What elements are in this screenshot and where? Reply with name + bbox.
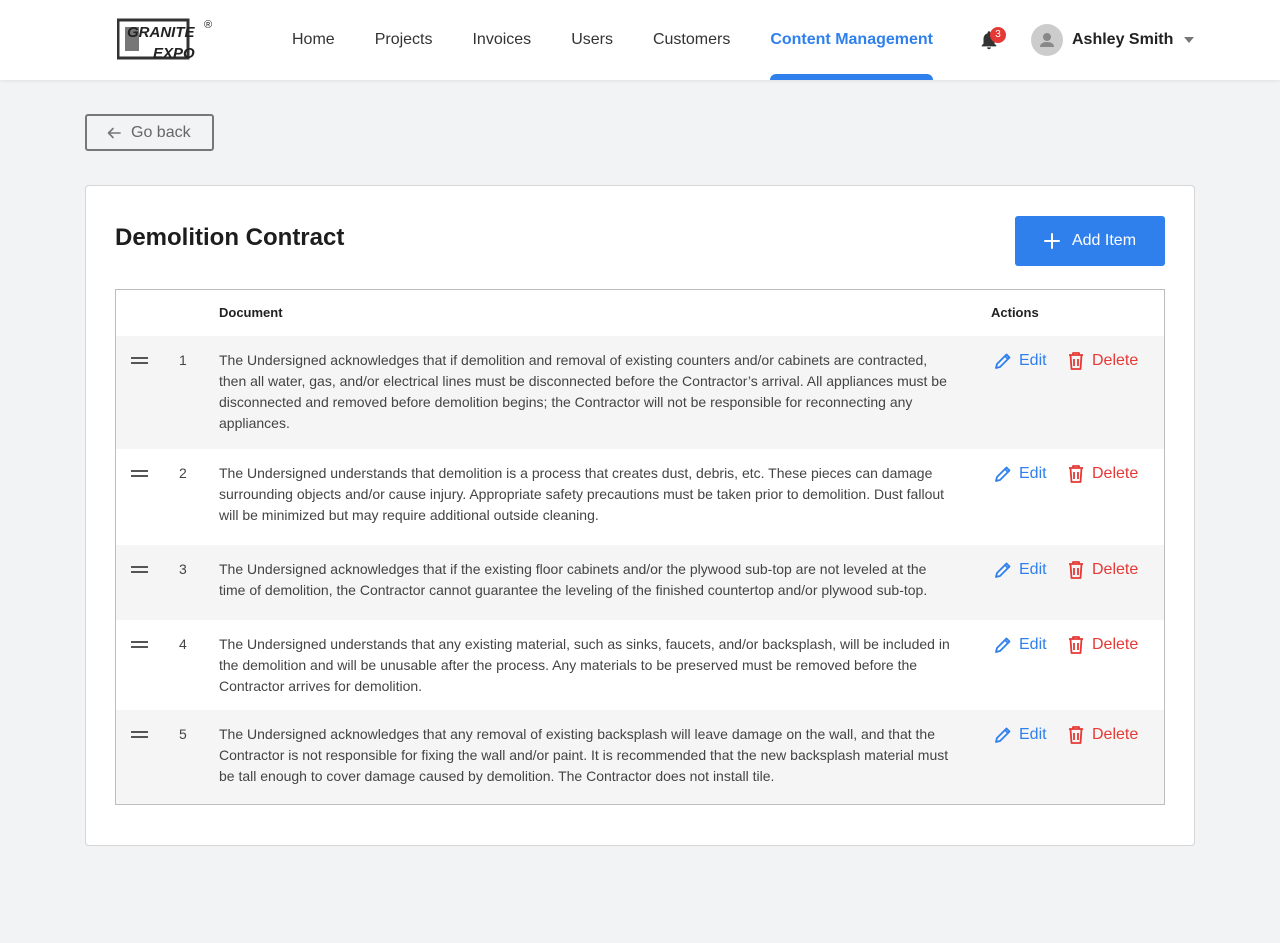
table-row: 4 The Undersigned understands that any e…: [116, 620, 1164, 710]
arrow-left-icon: [107, 127, 121, 138]
column-header-document: Document: [219, 305, 283, 320]
delete-label: Delete: [1092, 726, 1139, 743]
delete-button[interactable]: Delete: [1067, 560, 1138, 580]
pencil-icon: [995, 562, 1011, 578]
top-navbar: GRANITE EXPO ® Home Projects Invoices Us…: [0, 0, 1280, 80]
edit-label: Edit: [1019, 352, 1047, 369]
edit-label: Edit: [1019, 561, 1047, 578]
edit-label: Edit: [1019, 465, 1047, 482]
edit-button[interactable]: Edit: [993, 560, 1047, 580]
trash-icon: [1069, 465, 1083, 483]
nav-invoices[interactable]: Invoices: [472, 0, 531, 80]
plus-icon: [1043, 233, 1060, 249]
edit-button[interactable]: Edit: [993, 464, 1047, 484]
pencil-icon: [995, 727, 1011, 743]
item-text: The Undersigned acknowledges that if the…: [219, 561, 928, 598]
table-row: 2 The Undersigned understands that demol…: [116, 449, 1164, 545]
nav-home[interactable]: Home: [292, 0, 335, 80]
pencil-icon: [995, 353, 1011, 369]
item-number: 3: [179, 561, 187, 577]
table-row: 5 The Undersigned acknowledges that any …: [116, 710, 1164, 804]
trash-icon: [1069, 726, 1083, 744]
edit-button[interactable]: Edit: [993, 725, 1047, 745]
nav-customers[interactable]: Customers: [653, 0, 730, 80]
contract-card: Demolition Contract Add Item Document Ac…: [85, 185, 1195, 846]
item-text: The Undersigned understands that any exi…: [219, 636, 950, 694]
item-text: The Undersigned understands that demolit…: [219, 465, 945, 523]
delete-label: Delete: [1092, 465, 1139, 482]
pencil-icon: [995, 466, 1011, 482]
table-header: Document Actions: [116, 290, 1164, 336]
avatar[interactable]: [1031, 24, 1063, 56]
delete-label: Delete: [1092, 352, 1139, 369]
item-text: The Undersigned acknowledges that if dem…: [219, 352, 947, 431]
trash-icon: [1069, 561, 1083, 579]
chevron-down-icon[interactable]: [1184, 37, 1194, 43]
edit-label: Edit: [1019, 726, 1047, 743]
edit-button[interactable]: Edit: [993, 635, 1047, 655]
table-row: 1 The Undersigned acknowledges that if d…: [116, 336, 1164, 449]
user-name[interactable]: Ashley Smith: [1072, 31, 1173, 49]
delete-label: Delete: [1092, 561, 1139, 578]
go-back-label: Go back: [131, 123, 191, 141]
logo-text-bottom: EXPO: [153, 45, 195, 62]
drag-handle-icon[interactable]: [131, 566, 148, 576]
nav-users[interactable]: Users: [571, 0, 613, 80]
item-number: 2: [179, 465, 187, 481]
add-item-label: Add Item: [1071, 232, 1137, 249]
delete-button[interactable]: Delete: [1067, 725, 1138, 745]
column-header-actions: Actions: [991, 305, 1039, 320]
drag-handle-icon[interactable]: [131, 470, 148, 480]
logo-text-top: GRANITE: [127, 24, 195, 41]
notification-badge: 3: [990, 27, 1006, 43]
drag-handle-icon[interactable]: [131, 357, 148, 367]
granite-expo-logo[interactable]: GRANITE EXPO ®: [116, 17, 217, 63]
main-nav: Home Projects Invoices Users Customers C…: [292, 0, 973, 80]
item-text: The Undersigned acknowledges that any re…: [219, 726, 949, 784]
trash-icon: [1069, 636, 1083, 654]
item-number: 1: [179, 352, 187, 368]
delete-button[interactable]: Delete: [1067, 635, 1138, 655]
table-row: 3 The Undersigned acknowledges that if t…: [116, 545, 1164, 620]
trash-icon: [1069, 352, 1083, 370]
items-table: Document Actions 1 The Undersigned ackno…: [115, 289, 1165, 805]
logo-registered-mark: ®: [204, 19, 212, 31]
edit-button[interactable]: Edit: [993, 351, 1047, 371]
edit-label: Edit: [1019, 636, 1047, 653]
add-item-button[interactable]: Add Item: [1015, 216, 1165, 266]
nav-projects[interactable]: Projects: [375, 0, 433, 80]
page-title: Demolition Contract: [115, 224, 345, 251]
delete-button[interactable]: Delete: [1067, 351, 1138, 371]
delete-button[interactable]: Delete: [1067, 464, 1138, 484]
nav-content-management[interactable]: Content Management: [770, 0, 933, 80]
delete-label: Delete: [1092, 636, 1139, 653]
drag-handle-icon[interactable]: [131, 731, 148, 741]
go-back-button[interactable]: Go back: [85, 114, 214, 151]
drag-handle-icon[interactable]: [131, 641, 148, 651]
item-number: 4: [179, 636, 187, 652]
item-number: 5: [179, 726, 187, 742]
pencil-icon: [995, 637, 1011, 653]
